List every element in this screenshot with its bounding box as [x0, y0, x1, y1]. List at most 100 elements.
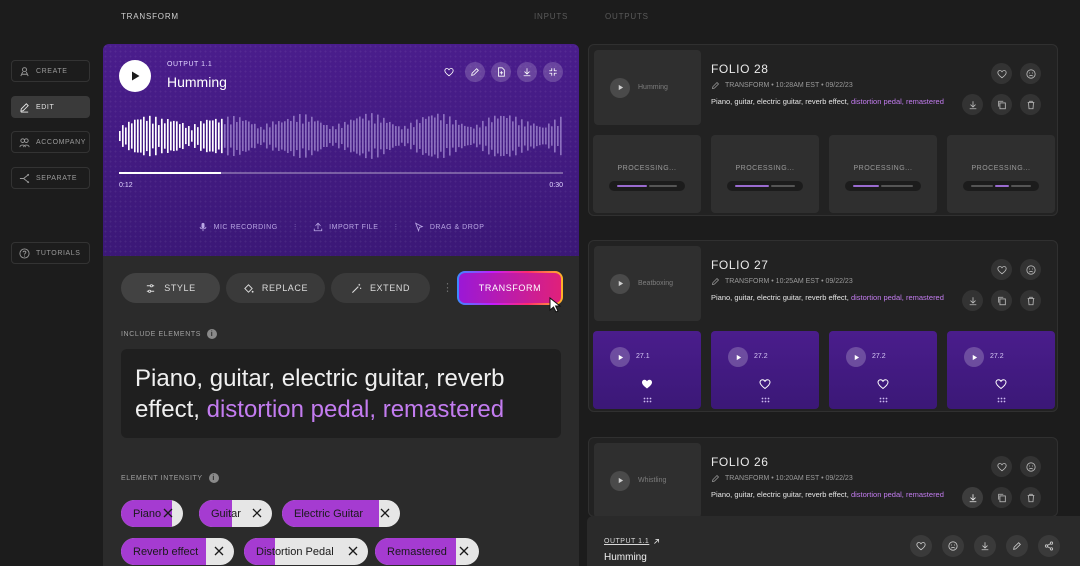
download-icon: [969, 100, 976, 109]
close-icon[interactable]: [347, 545, 359, 557]
waveform-bar: [461, 123, 463, 149]
sad-face-icon: [1025, 68, 1036, 79]
play-button[interactable]: [610, 470, 630, 491]
transform-button[interactable]: TRANSFORM: [457, 271, 563, 305]
replace-button[interactable]: REPLACE: [226, 273, 325, 303]
heart-icon[interactable]: [759, 378, 771, 390]
like-button[interactable]: [439, 62, 459, 82]
play-button[interactable]: [728, 347, 748, 367]
sidebar-item-edit[interactable]: EDIT: [11, 96, 90, 118]
waveform-bar: [263, 129, 265, 143]
copy-button[interactable]: [991, 94, 1012, 115]
dislike-button[interactable]: [1020, 259, 1041, 280]
play-button[interactable]: [846, 347, 866, 367]
drag-handle-icon[interactable]: [643, 397, 652, 403]
close-icon[interactable]: [458, 545, 470, 557]
play-button[interactable]: [610, 347, 630, 367]
folio-thumbnail[interactable]: Beatboxing: [594, 246, 701, 321]
sidebar-item-tutorials[interactable]: TUTORIALS: [11, 242, 90, 264]
close-icon[interactable]: [379, 507, 391, 519]
drag-handle-icon[interactable]: [997, 397, 1006, 403]
waveform-bar: [143, 116, 145, 156]
variant-card[interactable]: 27.1: [593, 331, 701, 409]
like-button[interactable]: [991, 456, 1012, 477]
style-button[interactable]: STYLE: [121, 273, 220, 303]
sidebar-item-create[interactable]: CREATE: [11, 60, 90, 82]
collapse-button[interactable]: [543, 62, 563, 82]
download-button[interactable]: [517, 62, 537, 82]
extend-button[interactable]: EXTEND: [331, 273, 430, 303]
sidebar-item-separate[interactable]: SEPARATE: [11, 167, 90, 189]
drag-handle-icon[interactable]: [761, 397, 770, 403]
pencil-icon: [712, 277, 720, 285]
mini-output-link[interactable]: OUTPUT 1.1: [604, 538, 660, 545]
tab-inputs[interactable]: INPUTS: [534, 12, 568, 21]
intensity-chip[interactable]: Electric Guitar: [282, 500, 400, 527]
close-icon[interactable]: [213, 545, 225, 557]
intensity-chip[interactable]: Piano: [121, 500, 183, 527]
progress-bar[interactable]: [119, 172, 563, 174]
sidebar-item-accompany[interactable]: ACCOMPANY: [11, 131, 90, 153]
more-options-icon[interactable]: ⋮: [442, 281, 453, 294]
share-icon: [1044, 541, 1054, 551]
close-icon[interactable]: [251, 507, 263, 519]
intensity-chip[interactable]: Remastered: [375, 538, 479, 565]
download-button[interactable]: [974, 535, 996, 557]
like-button[interactable]: [991, 259, 1012, 280]
info-icon[interactable]: i: [207, 329, 218, 339]
waveform-bar: [422, 117, 424, 155]
delete-button[interactable]: [1020, 290, 1041, 311]
close-icon[interactable]: [162, 507, 174, 519]
info-icon[interactable]: i: [208, 473, 219, 483]
dislike-button[interactable]: [942, 535, 964, 557]
heart-filled-icon[interactable]: [641, 378, 653, 390]
add-file-button[interactable]: [491, 62, 511, 82]
intensity-chip[interactable]: Guitar: [199, 500, 272, 527]
waveform-bar: [146, 120, 148, 152]
tab-outputs[interactable]: OUTPUTS: [605, 12, 649, 21]
copy-button[interactable]: [991, 487, 1012, 508]
waveform-bar: [194, 124, 196, 148]
variant-card[interactable]: 27.2: [947, 331, 1055, 409]
drag-handle-icon[interactable]: [879, 397, 888, 403]
include-elements-input[interactable]: Piano, guitar, electric guitar, reverb e…: [121, 349, 561, 438]
intensity-chip[interactable]: Reverb effect: [121, 538, 234, 565]
mic-recording-button[interactable]: MIC RECORDING: [198, 222, 278, 232]
play-button[interactable]: [610, 273, 630, 294]
like-button[interactable]: [910, 535, 932, 557]
play-button[interactable]: [964, 347, 984, 367]
variant-card[interactable]: 27.2: [711, 331, 819, 409]
drag-drop-area[interactable]: DRAG & DROP: [414, 222, 485, 232]
share-button[interactable]: [1038, 535, 1060, 557]
sidebar-item-label: TUTORIALS: [36, 249, 81, 257]
waveform-bar: [155, 116, 157, 156]
download-button[interactable]: [962, 94, 983, 115]
waveform-bar: [401, 129, 403, 143]
heart-icon[interactable]: [995, 378, 1007, 390]
download-button[interactable]: [962, 290, 983, 311]
waveform[interactable]: [119, 110, 563, 162]
delete-button[interactable]: [1020, 94, 1041, 115]
waveform-bar: [425, 118, 427, 154]
download-button[interactable]: [962, 487, 983, 508]
mini-player-actions: [910, 535, 1060, 557]
folio-card: Humming FOLIO 28 TRANSFORM • 10:28AM EST…: [588, 44, 1058, 216]
edit-button[interactable]: [1006, 535, 1028, 557]
heart-icon[interactable]: [877, 378, 889, 390]
waveform-bar: [371, 113, 373, 159]
folio-thumbnail[interactable]: Whistling: [594, 443, 701, 518]
play-button[interactable]: [610, 77, 630, 98]
dislike-button[interactable]: [1020, 456, 1041, 477]
intensity-chip[interactable]: Distortion Pedal: [244, 538, 368, 565]
like-button[interactable]: [991, 63, 1012, 84]
edit-button[interactable]: [465, 62, 485, 82]
copy-button[interactable]: [991, 290, 1012, 311]
waveform-bar: [356, 118, 358, 154]
delete-button[interactable]: [1020, 487, 1041, 508]
variant-card[interactable]: 27.2: [829, 331, 937, 409]
waveform-bar: [254, 123, 256, 149]
import-file-button[interactable]: IMPORT FILE: [313, 222, 378, 232]
dislike-button[interactable]: [1020, 63, 1041, 84]
play-button[interactable]: [119, 60, 151, 92]
folio-thumbnail[interactable]: Humming: [594, 50, 701, 125]
